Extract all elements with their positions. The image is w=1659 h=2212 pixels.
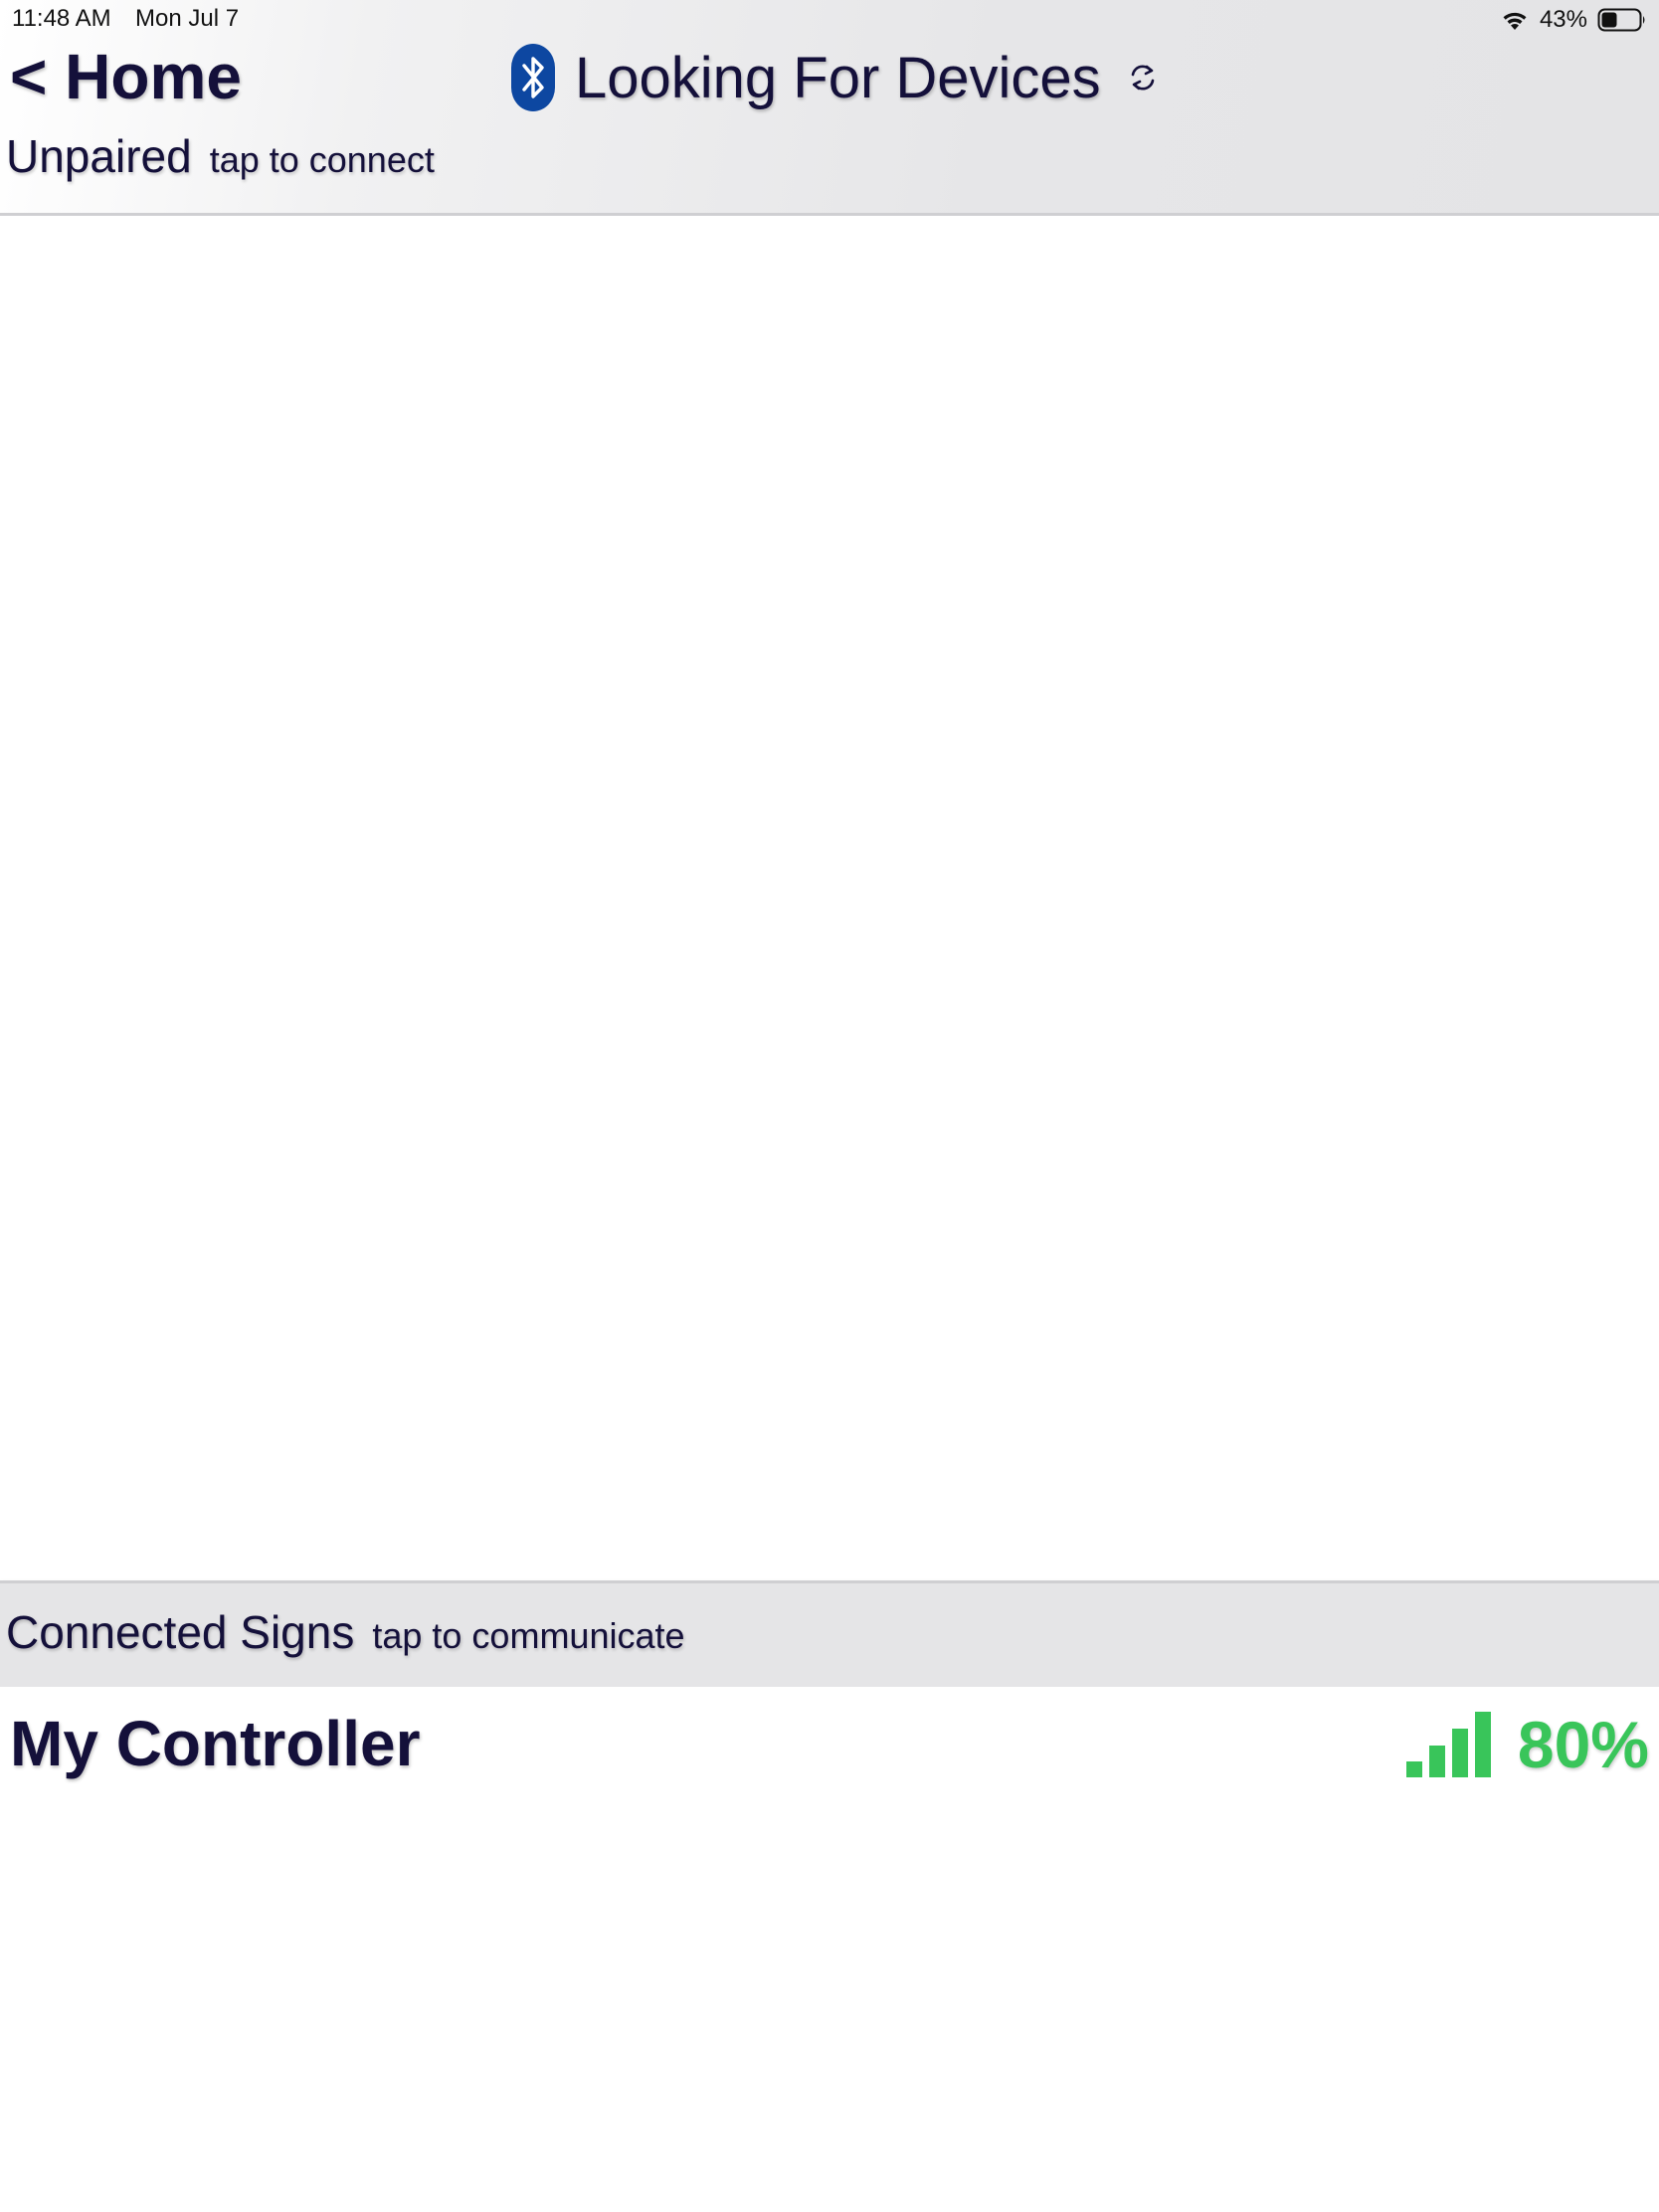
unpaired-label: Unpaired (6, 130, 192, 182)
connected-hint: tap to communicate (372, 1615, 685, 1656)
wifi-icon (1503, 12, 1527, 30)
scan-title: Looking For Devices (509, 40, 1161, 115)
page-title: Looking For Devices (575, 45, 1101, 110)
connected-section-header: Connected Signs tap to communicate (0, 1580, 1659, 1690)
status-right-group: 43% (1500, 5, 1647, 35)
connected-label: Connected Signs (6, 1606, 355, 1658)
battery-icon (1597, 8, 1645, 32)
back-home-button[interactable]: < Home (10, 40, 242, 113)
bluetooth-icon (511, 44, 555, 111)
signal-strength: 80% (1404, 1707, 1649, 1782)
status-date: Mon Jul 7 (135, 5, 240, 32)
app-screen: 11:48 AM Mon Jul 7 43% < Home Looking Fo… (0, 0, 1659, 2212)
unpaired-device-list (0, 216, 1659, 1580)
device-name: My Controller (10, 1708, 421, 1779)
signal-bar-2 (1428, 1746, 1445, 1777)
signal-bar-3 (1451, 1729, 1468, 1777)
top-header: 11:48 AM Mon Jul 7 43% < Home Looking Fo… (0, 0, 1659, 216)
connected-device-row[interactable]: My Controller 80% (0, 1687, 1659, 1802)
unpaired-hint: tap to connect (209, 139, 435, 180)
status-time: 11:48 AM (12, 5, 111, 32)
signal-strength-icon (1405, 1712, 1491, 1777)
signal-percent: 80% (1517, 1708, 1649, 1781)
battery-percent: 43% (1539, 6, 1587, 33)
refresh-icon[interactable] (1125, 60, 1161, 95)
signal-bar-1 (1405, 1761, 1422, 1777)
connected-header-row: Connected Signs tap to communicate (6, 1605, 685, 1659)
status-bar: 11:48 AM Mon Jul 7 43% (0, 0, 1659, 40)
unpaired-section-header: Unpaired tap to connect (6, 129, 435, 183)
signal-bar-4 (1474, 1712, 1491, 1777)
